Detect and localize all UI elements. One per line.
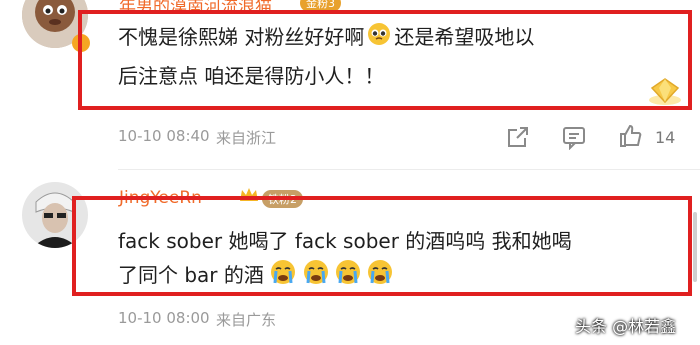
diamond-reward-icon	[647, 76, 683, 110]
pleading-face-emoji-icon	[367, 22, 391, 56]
comment-icon[interactable]	[561, 124, 587, 151]
comment-text-line: fack sober 她喝了 fack sober 的酒呜呜 我和她喝	[118, 229, 572, 253]
comment-text-part: 还是希望吸地以	[394, 25, 535, 49]
comment-text-part: 不愧是徐熙娣 对粉丝好好啊	[118, 25, 365, 49]
scrollbar[interactable]	[693, 212, 697, 282]
comment-timestamp: 10-10 08:00	[118, 309, 210, 327]
like-count: 14	[655, 128, 676, 147]
comment-text-line: 不愧是徐熙娣 对粉丝好好啊 还是希望吸地以	[118, 20, 534, 56]
crying-face-emoji-icon	[270, 259, 296, 295]
comment-location: 来自浙江	[216, 129, 277, 147]
share-icon[interactable]	[505, 124, 531, 150]
comment-text-line: 了同个 bar 的酒	[118, 258, 393, 295]
comment-text-line: 后注意点 咱还是得防小人！！	[118, 64, 385, 88]
like-icon[interactable]	[618, 123, 644, 149]
crying-face-emoji-icon	[367, 259, 393, 295]
crying-face-emoji-icon	[303, 259, 329, 295]
watermark: 头条 @林若鑫	[575, 313, 676, 337]
watermark-text: 头条 @林若鑫	[575, 317, 677, 336]
comment-location: 来自广东	[216, 311, 277, 329]
comment-timestamp: 10-10 08:40	[118, 127, 210, 145]
divider	[118, 169, 700, 170]
comment-text-part: 了同个 bar 的酒	[118, 263, 264, 287]
crying-face-emoji-icon	[335, 259, 361, 295]
